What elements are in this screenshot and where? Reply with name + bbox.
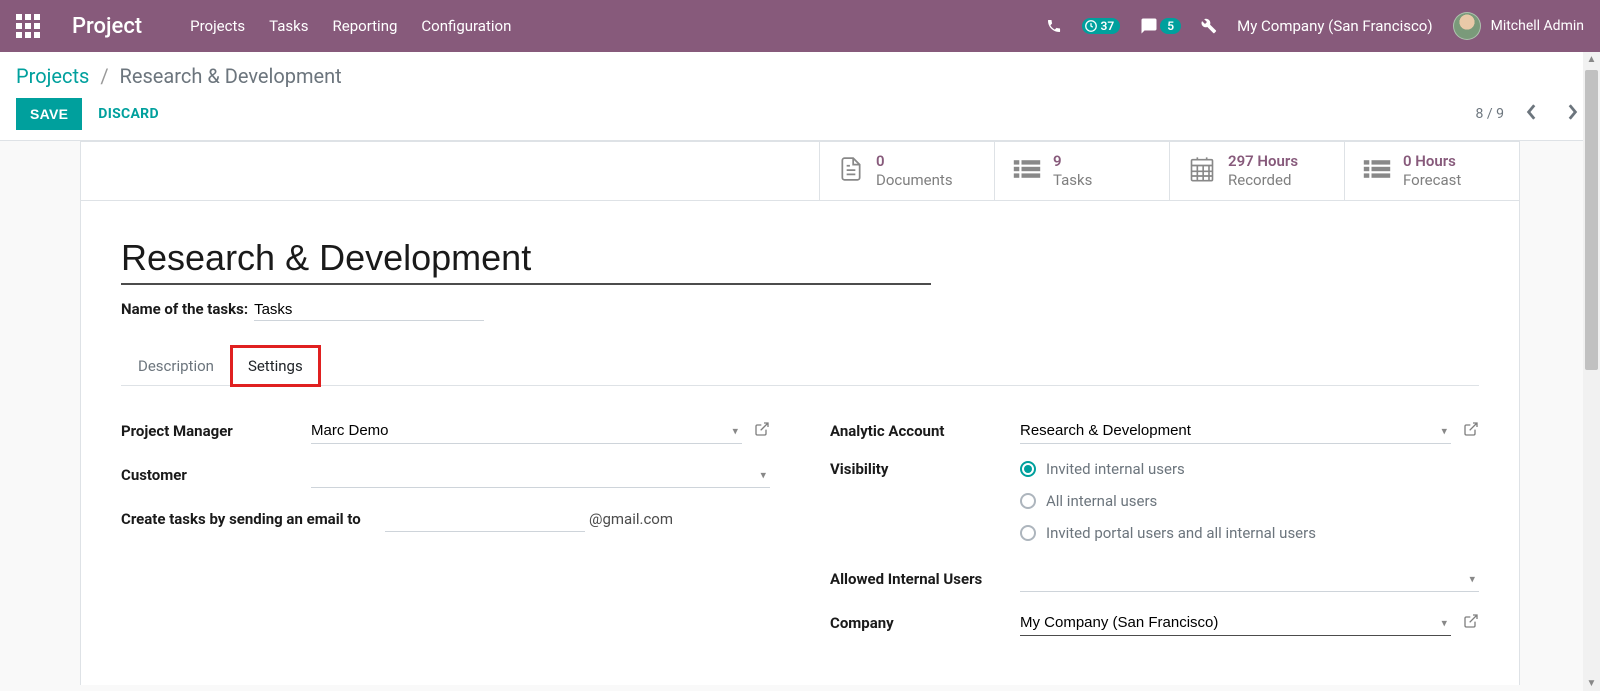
email-suffix: @gmail.com [589,510,673,528]
user-menu[interactable]: Mitchell Admin [1453,12,1584,40]
messages-badge: 5 [1160,18,1181,34]
stat-label: Documents [876,171,953,190]
menu-configuration[interactable]: Configuration [421,17,511,35]
stat-label: Forecast [1403,171,1461,190]
email-alias-input[interactable] [385,506,585,532]
phone-icon[interactable] [1046,18,1062,34]
visibility-option-portal[interactable]: Invited portal users and all internal us… [1020,524,1316,542]
external-link-icon[interactable] [754,421,770,441]
stat-value: 0 [876,152,953,171]
stat-value: 0 Hours [1403,152,1461,171]
external-link-icon[interactable] [1463,613,1479,633]
stat-label: Recorded [1228,171,1298,190]
visibility-option-all-internal[interactable]: All internal users [1020,492,1316,510]
nav-right: 37 5 My Company (San Francisco) Mitchell… [1046,12,1584,40]
stat-recorded[interactable]: 297 Hours Recorded [1169,142,1344,200]
breadcrumb-root[interactable]: Projects [16,64,89,88]
project-manager-label: Project Manager [121,422,311,440]
tabs: Description Settings [121,345,1479,386]
calendar-icon [1188,155,1216,187]
tools-icon[interactable] [1201,18,1217,34]
pager-prev-button[interactable] [1520,100,1544,128]
radio-icon [1020,493,1036,509]
form-sheet: 0 Documents 9 Tasks 297 Hours [80,141,1520,685]
menu-tasks[interactable]: Tasks [269,17,308,35]
name-of-tasks-label: Name of the tasks: [121,300,248,318]
stat-tasks[interactable]: 9 Tasks [994,142,1169,200]
project-manager-input[interactable] [311,418,742,444]
apps-icon[interactable] [16,14,40,38]
pager-count: 8 / 9 [1476,106,1504,122]
company-selector[interactable]: My Company (San Francisco) [1237,17,1432,35]
stat-value: 297 Hours [1228,152,1298,171]
radio-label: Invited internal users [1046,460,1185,478]
visibility-option-invited[interactable]: Invited internal users [1020,460,1316,478]
avatar [1453,12,1481,40]
breadcrumb: Projects / Research & Development [16,64,1584,88]
company-label: Company [830,614,1020,632]
scroll-up-icon[interactable]: ▲ [1583,54,1600,65]
stat-label: Tasks [1053,171,1092,190]
allowed-users-label: Allowed Internal Users [830,570,1020,588]
project-name-input[interactable] [121,231,931,285]
pager: 8 / 9 [1476,100,1584,128]
pager-next-button[interactable] [1560,100,1584,128]
radio-label: All internal users [1046,492,1157,510]
tasks-icon [1013,158,1041,184]
tab-description[interactable]: Description [121,346,231,386]
customer-input[interactable] [311,462,770,488]
allowed-users-input[interactable] [1020,566,1479,592]
form-scroll[interactable]: 0 Documents 9 Tasks 297 Hours [0,141,1600,685]
menu-reporting[interactable]: Reporting [333,17,398,35]
menu-projects[interactable]: Projects [190,17,245,35]
nav-menu: Projects Tasks Reporting Configuration [190,17,1045,35]
customer-label: Customer [121,466,311,484]
timer-icon[interactable]: 37 [1082,18,1121,34]
control-panel: Projects / Research & Development SAVE D… [0,52,1600,141]
scroll-down-icon[interactable]: ▼ [1583,678,1600,689]
email-alias-label: Create tasks by sending an email to [121,510,379,528]
user-name: Mitchell Admin [1491,18,1584,34]
stat-buttons: 0 Documents 9 Tasks 297 Hours [81,142,1519,201]
scrollbar-thumb[interactable] [1585,70,1598,370]
visibility-radio-group: Invited internal users All internal user… [1020,460,1316,542]
tab-settings[interactable]: Settings [231,346,320,386]
settings-panel: Project Manager ▾ Customer ▾ [121,416,1479,652]
stat-forecast[interactable]: 0 Hours Forecast [1344,142,1519,200]
external-link-icon[interactable] [1463,421,1479,441]
app-brand[interactable]: Project [72,14,142,39]
document-icon [838,154,864,188]
timer-badge: 37 [1101,19,1115,33]
name-of-tasks-input[interactable] [254,299,484,321]
stat-value: 9 [1053,152,1092,171]
analytic-account-label: Analytic Account [830,422,1020,440]
visibility-label: Visibility [830,460,1020,478]
forecast-icon [1363,158,1391,184]
top-navbar: Project Projects Tasks Reporting Configu… [0,0,1600,52]
analytic-account-input[interactable] [1020,418,1451,444]
save-button[interactable]: SAVE [16,98,82,130]
company-input[interactable] [1020,610,1451,636]
stat-documents[interactable]: 0 Documents [819,142,994,200]
radio-icon [1020,525,1036,541]
messages-icon[interactable]: 5 [1140,17,1181,35]
scrollbar[interactable]: ▲ ▼ [1583,52,1600,691]
breadcrumb-sep: / [100,64,108,88]
radio-icon [1020,461,1036,477]
discard-button[interactable]: DISCARD [98,106,159,122]
breadcrumb-current: Research & Development [120,64,342,88]
radio-label: Invited portal users and all internal us… [1046,524,1316,542]
